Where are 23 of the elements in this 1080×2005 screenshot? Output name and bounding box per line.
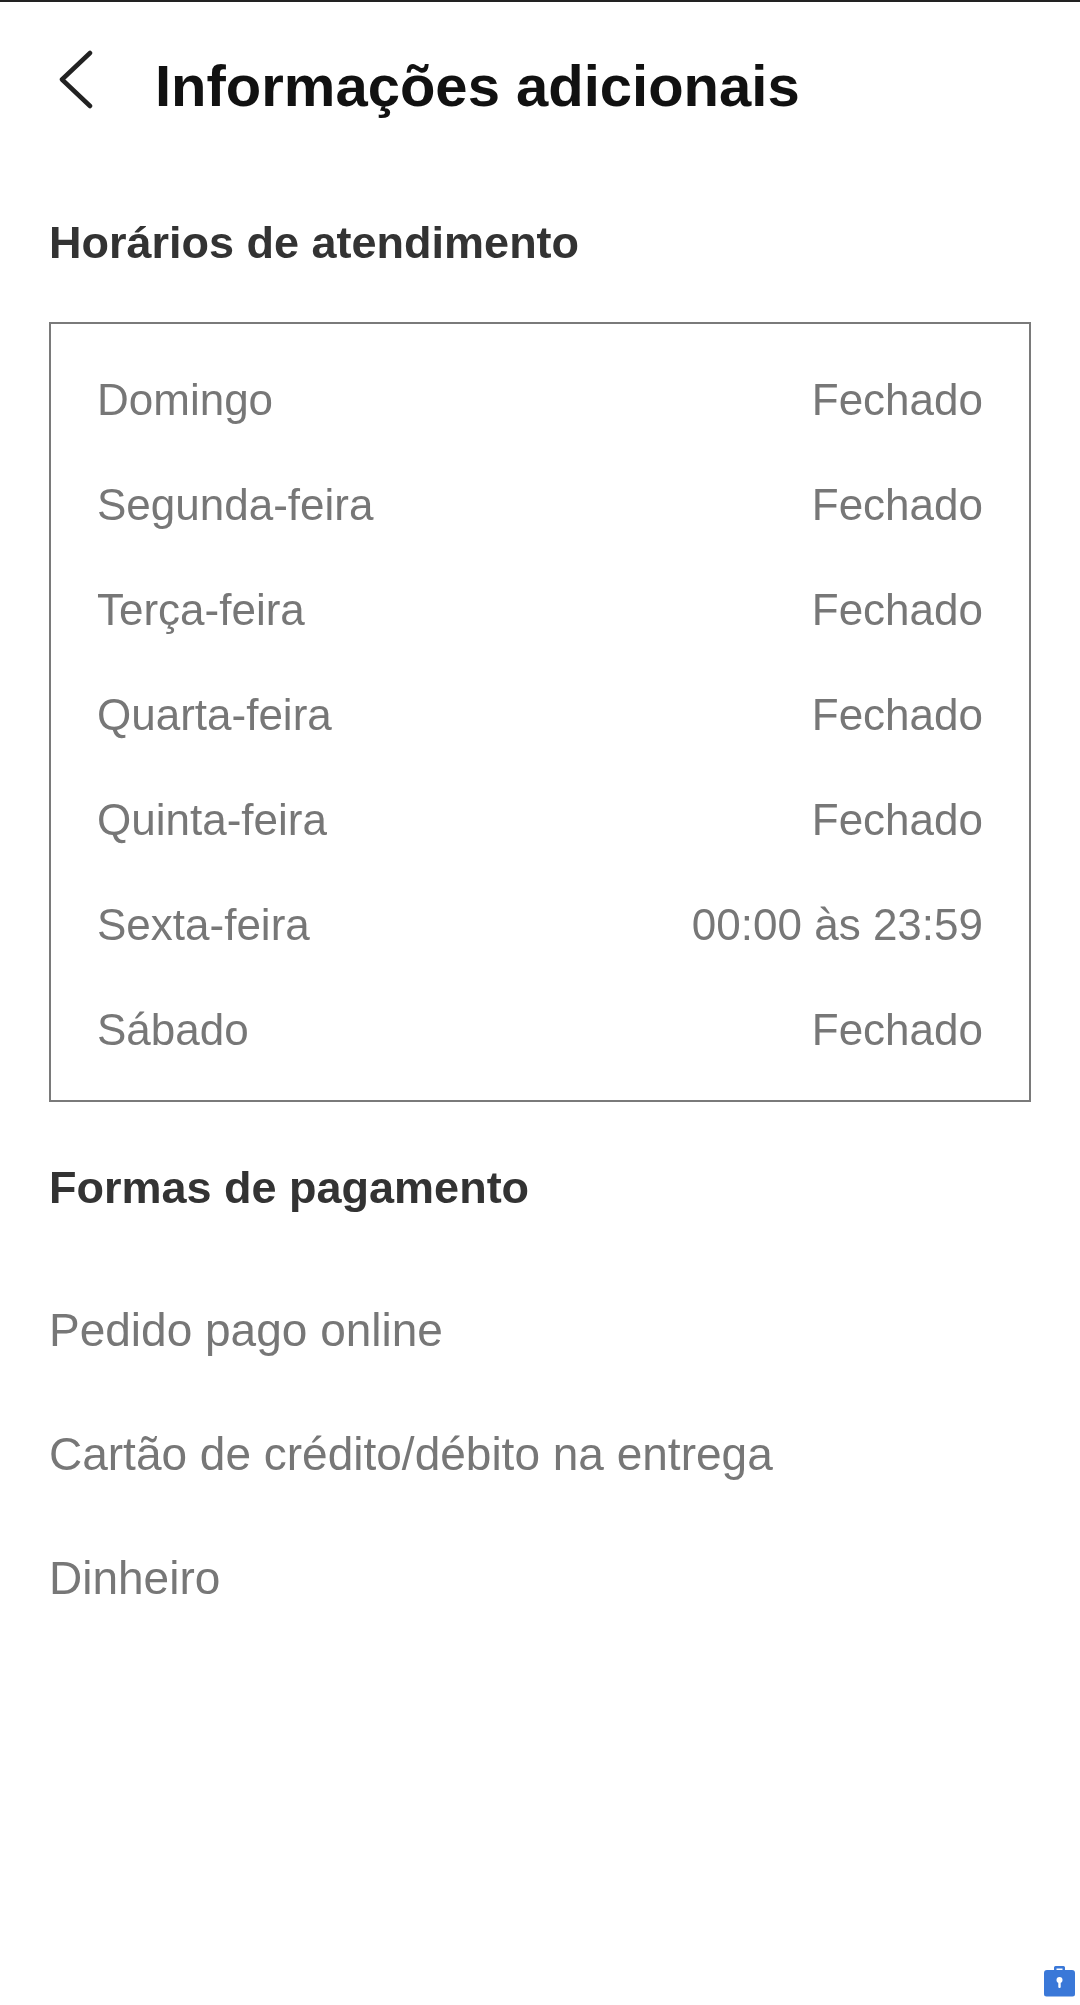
day-label: Quinta-feira <box>97 794 327 846</box>
payment-method: Dinheiro <box>49 1551 221 1606</box>
hours-value: Fechado <box>811 584 983 636</box>
hours-value: Fechado <box>811 794 983 846</box>
briefcase-icon <box>1043 1965 1076 1997</box>
day-label: Terça-feira <box>97 584 305 636</box>
back-icon <box>58 50 93 109</box>
section-heading: Horários de atendimento <box>49 216 581 270</box>
day-label: Sábado <box>97 1004 249 1056</box>
day-label: Domingo <box>97 374 274 426</box>
hours-value: Fechado <box>811 479 983 531</box>
payment-method: Cartão de crédito/débito na entrega <box>49 1427 773 1482</box>
hours-value: 00:00 às 23:59 <box>691 899 983 951</box>
page-title: Informações adicionais <box>155 52 800 120</box>
day-label: Segunda-feira <box>97 479 374 531</box>
hours-value: Fechado <box>811 689 983 741</box>
hours-value: Fechado <box>811 1004 983 1056</box>
hours-value: Fechado <box>811 374 983 426</box>
payment-method: Pedido pago online <box>49 1303 443 1358</box>
day-label: Quarta-feira <box>97 689 332 741</box>
back-button[interactable] <box>58 50 93 109</box>
day-label: Sexta-feira <box>97 899 310 951</box>
section-heading: Formas de pagamento <box>49 1161 531 1215</box>
